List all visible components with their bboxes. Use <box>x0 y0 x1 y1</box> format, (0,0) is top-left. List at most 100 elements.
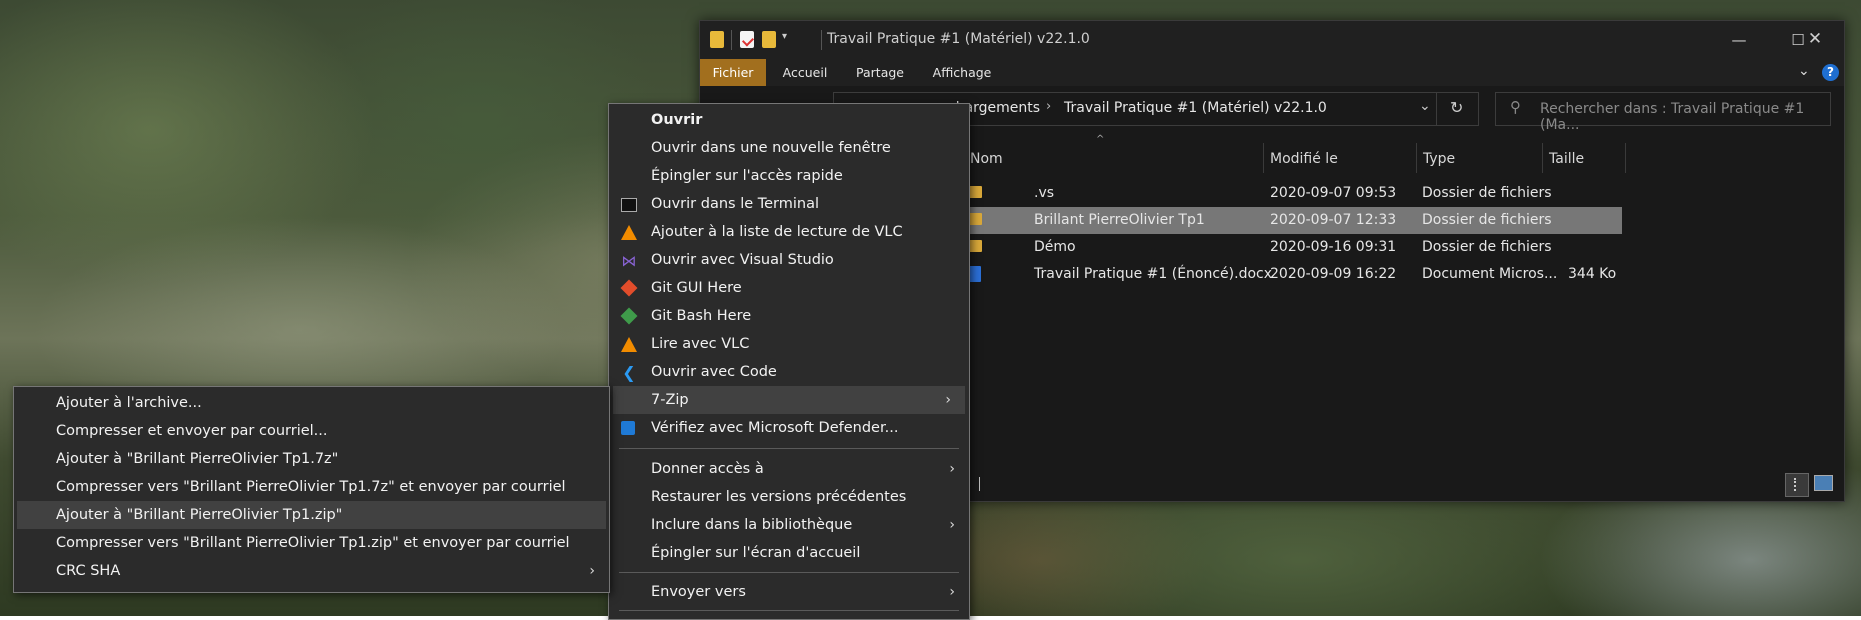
sort-indicator-icon: ^ <box>1096 134 1105 145</box>
column-header-name[interactable]: Nom <box>970 145 1003 173</box>
vlc-icon <box>621 225 637 240</box>
menu-item-label: Ouvrir <box>651 112 703 128</box>
window-title: Travail Pratique #1 (Matériel) v22.1.0 <box>827 31 1090 47</box>
menu-item-label: Ajouter à la liste de lecture de VLC <box>651 224 903 240</box>
breadcrumb-current[interactable]: Travail Pratique #1 (Matériel) v22.1.0 <box>1064 100 1327 116</box>
menu-separator <box>619 448 959 449</box>
details-view-icon <box>1794 478 1801 491</box>
menu-separator <box>619 610 959 611</box>
file-type: Dossier de fichiers <box>1422 239 1552 255</box>
menu-item-label: Envoyer vers <box>651 584 746 600</box>
menu-item-label: Lire avec VLC <box>651 336 750 352</box>
chevron-right-icon[interactable]: › <box>1046 99 1051 114</box>
menu-item-label: CRC SHA <box>56 563 121 579</box>
menu-item-open-terminal[interactable]: Ouvrir dans le Terminal <box>609 190 969 218</box>
menu-item-give-access[interactable]: Donner accès à › <box>609 455 969 483</box>
chevron-right-icon: › <box>945 392 951 408</box>
chevron-right-icon: › <box>949 584 955 600</box>
tab-accueil[interactable]: Accueil <box>770 59 840 86</box>
defender-icon <box>621 421 635 435</box>
menu-item-ouvrir[interactable]: Ouvrir <box>609 106 969 134</box>
new-folder-icon[interactable] <box>762 31 776 48</box>
menu-item-play-vlc[interactable]: Lire avec VLC <box>609 330 969 358</box>
tab-fichier[interactable]: Fichier <box>700 59 766 86</box>
menu-item-label: 7-Zip <box>651 392 689 408</box>
menu-item-pin-quick-access[interactable]: Épingler sur l'accès rapide <box>609 162 969 190</box>
file-name: .vs <box>1034 185 1055 201</box>
submenu-item-compress-email[interactable]: Compresser et envoyer par courriel... <box>14 417 609 445</box>
title-bar[interactable]: ▾ Travail Pratique #1 (Matériel) v22.1.0… <box>700 21 1844 59</box>
folder-icon <box>968 186 982 198</box>
column-header-type[interactable]: Type <box>1423 145 1455 173</box>
menu-item-7zip[interactable]: 7-Zip › <box>613 386 965 414</box>
chevron-right-icon: › <box>589 563 595 579</box>
chevron-right-icon: › <box>949 461 955 477</box>
help-icon[interactable]: ? <box>1822 64 1839 81</box>
column-header-size[interactable]: Taille <box>1549 145 1584 173</box>
menu-item-label: Épingler sur l'écran d'accueil <box>651 545 861 561</box>
submenu-item-add-archive[interactable]: Ajouter à l'archive... <box>14 389 609 417</box>
tab-affichage[interactable]: Affichage <box>922 59 1002 86</box>
menu-item-open-code[interactable]: ❮ Ouvrir avec Code <box>609 358 969 386</box>
menu-item-label: Ouvrir avec Code <box>651 364 777 380</box>
minimize-button[interactable]: — <box>1710 21 1768 59</box>
tab-partage[interactable]: Partage <box>845 59 915 86</box>
menu-item-label: Ajouter à "Brillant PierreOlivier Tp1.zi… <box>56 507 343 523</box>
menu-item-open-new-window[interactable]: Ouvrir dans une nouvelle fenêtre <box>609 134 969 162</box>
menu-item-git-gui[interactable]: Git GUI Here <box>609 274 969 302</box>
menu-item-label: Donner accès à <box>651 461 764 477</box>
divider <box>1625 143 1626 173</box>
table-row-selected[interactable]: Brillant PierreOlivier Tp1 2020-09-07 12… <box>960 207 1622 234</box>
table-row[interactable]: .vs 2020-09-07 09:53 Dossier de fichiers <box>960 180 1552 207</box>
details-view-button[interactable] <box>1785 473 1809 497</box>
file-modified: 2020-09-07 12:33 <box>1270 212 1397 228</box>
submenu-item-compress-zip-email[interactable]: Compresser vers "Brillant PierreOlivier … <box>14 529 609 557</box>
refresh-icon[interactable]: ↻ <box>1450 98 1463 117</box>
file-name: Démo <box>1034 239 1076 255</box>
column-header-modified[interactable]: Modifié le <box>1270 145 1338 173</box>
file-type: Dossier de fichiers <box>1422 212 1552 228</box>
divider <box>1416 143 1417 173</box>
chevron-right-icon: › <box>949 517 955 533</box>
menu-item-visual-studio[interactable]: ⋈ Ouvrir avec Visual Studio <box>609 246 969 274</box>
menu-item-restore-versions[interactable]: Restaurer les versions précédentes <box>609 483 969 511</box>
properties-icon[interactable] <box>740 31 755 48</box>
expand-ribbon-icon[interactable]: ⌄ <box>1798 63 1810 79</box>
menu-item-pin-start[interactable]: Épingler sur l'écran d'accueil <box>609 539 969 567</box>
divider <box>1542 143 1543 173</box>
submenu-item-compress-7z-email[interactable]: Compresser vers "Brillant PierreOlivier … <box>14 473 609 501</box>
file-name: Brillant PierreOlivier Tp1 <box>1034 212 1205 228</box>
divider <box>1263 143 1264 173</box>
submenu-item-add-zip[interactable]: Ajouter à "Brillant PierreOlivier Tp1.zi… <box>17 501 606 529</box>
chevron-down-icon[interactable]: ⌄ <box>1419 98 1431 114</box>
file-name: Travail Pratique #1 (Énoncé).docx <box>1034 266 1273 282</box>
menu-item-defender[interactable]: Vérifiez avec Microsoft Defender... <box>609 414 969 442</box>
menu-item-label: Git GUI Here <box>651 280 742 296</box>
menu-item-vlc-playlist[interactable]: Ajouter à la liste de lecture de VLC <box>609 218 969 246</box>
menu-item-label: Restaurer les versions précédentes <box>651 489 907 505</box>
text-cursor <box>979 477 980 491</box>
terminal-icon <box>621 198 637 212</box>
table-row[interactable]: Démo 2020-09-16 09:31 Dossier de fichier… <box>960 234 1552 261</box>
menu-separator <box>619 572 959 573</box>
search-input[interactable]: ⚲ Rechercher dans : Travail Pratique #1 … <box>1495 92 1831 133</box>
menu-item-send-to[interactable]: Envoyer vers › <box>609 578 969 606</box>
table-row[interactable]: Travail Pratique #1 (Énoncé).docx 2020-0… <box>960 261 1622 288</box>
submenu-item-crc-sha[interactable]: CRC SHA › <box>14 557 609 585</box>
search-placeholder: Rechercher dans : Travail Pratique #1 (M… <box>1540 101 1805 133</box>
file-modified: 2020-09-16 09:31 <box>1270 239 1397 255</box>
menu-item-include-library[interactable]: Inclure dans la bibliothèque › <box>609 511 969 539</box>
menu-item-git-bash[interactable]: Git Bash Here <box>609 302 969 330</box>
close-button[interactable]: ✕ <box>1786 20 1844 58</box>
visual-studio-icon: ⋈ <box>621 252 637 270</box>
folder-icon <box>968 213 982 225</box>
folder-icon <box>710 31 724 48</box>
divider <box>731 30 732 50</box>
submenu-item-add-7z[interactable]: Ajouter à "Brillant PierreOlivier Tp1.7z… <box>14 445 609 473</box>
context-menu: Ouvrir Ouvrir dans une nouvelle fenêtre … <box>608 103 970 620</box>
large-icons-view-icon[interactable] <box>1814 475 1833 491</box>
customize-quick-access-icon[interactable]: ▾ <box>782 31 787 42</box>
menu-item-label: Compresser vers "Brillant PierreOlivier … <box>56 479 566 495</box>
divider <box>821 30 822 50</box>
menu-item-label: Inclure dans la bibliothèque <box>651 517 853 533</box>
